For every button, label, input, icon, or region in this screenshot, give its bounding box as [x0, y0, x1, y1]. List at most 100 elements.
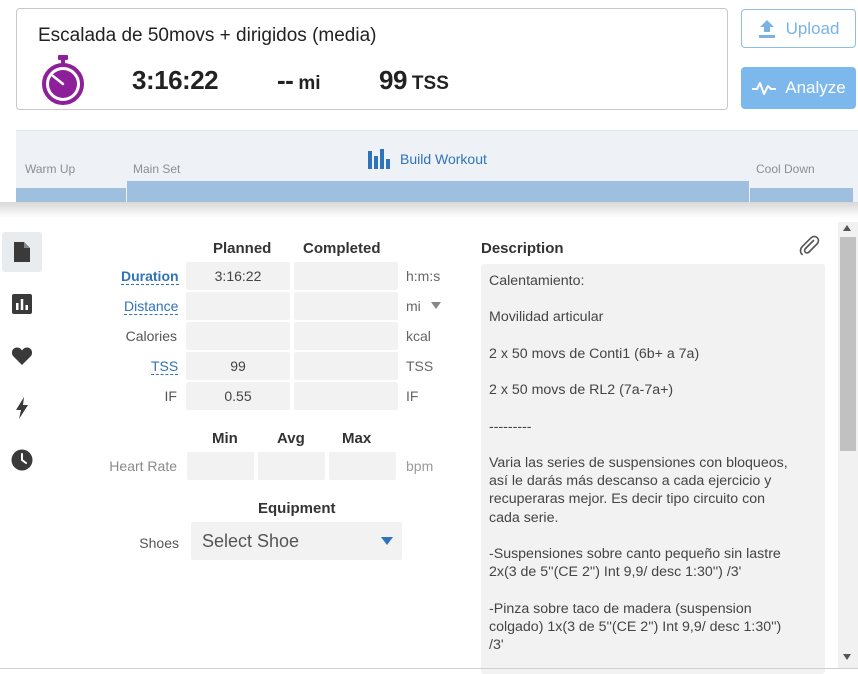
description-line: ---------	[489, 418, 532, 435]
heart-rate-unit: bpm	[406, 458, 434, 474]
shoe-chevron-down-icon	[381, 537, 393, 545]
bar-chart-icon	[368, 149, 390, 169]
description-line	[489, 436, 817, 454]
tss-label[interactable]: TSS	[151, 358, 179, 375]
description-line: 2 x 50 movs de RL2 (7a-7a+)	[489, 382, 674, 399]
build-workout-label: Build Workout	[400, 151, 487, 167]
stopwatch-icon	[42, 55, 84, 105]
equipment-header: Equipment	[258, 500, 336, 517]
document-icon	[14, 242, 30, 262]
heart-rate-avg-input[interactable]	[258, 452, 325, 480]
planned-header: Planned	[213, 240, 272, 257]
scroll-down-arrow-icon[interactable]	[843, 654, 851, 660]
build-workout-link[interactable]: Build Workout	[368, 149, 487, 169]
distance-unit-chevron-down-icon[interactable]	[431, 302, 441, 309]
description-line	[489, 399, 817, 417]
heart-rate-max-input[interactable]	[329, 452, 396, 480]
workout-title[interactable]: Escalada de 50movs + dirigidos (media)	[38, 25, 376, 47]
distance-completed-input[interactable]	[294, 292, 398, 320]
cool-down-block[interactable]	[750, 188, 853, 202]
workout-summary-card: Escalada de 50movs + dirigidos (media) 3…	[16, 8, 728, 110]
main-set-label: Main Set	[133, 162, 181, 176]
power-tab[interactable]	[2, 388, 42, 428]
duration-unit: h:m:s	[406, 268, 441, 284]
warm-up-label: Warm Up	[25, 162, 76, 176]
cool-down-label: Cool Down	[756, 162, 815, 176]
distance-unit: mi	[298, 73, 321, 94]
description-textarea[interactable]: Calentamiento: Movilidad articular 2 x 5…	[481, 264, 825, 674]
heart-rate-tab[interactable]	[2, 336, 42, 376]
chart-icon	[12, 294, 32, 314]
duration-completed-input[interactable]	[294, 262, 398, 290]
warm-up-block[interactable]	[16, 188, 126, 202]
divider-shadow	[0, 202, 858, 218]
description-line: Movilidad articular	[489, 309, 604, 326]
description-text: Calentamiento: Movilidad articular 2 x 5…	[489, 272, 817, 654]
scrollbar-thumb[interactable]	[840, 237, 856, 451]
shoes-label: Shoes	[139, 535, 179, 551]
duration-label[interactable]: Duration	[121, 268, 179, 285]
description-line: -Pinza sobre taco de madera (suspension	[489, 600, 752, 617]
description-line: Calentamiento:	[489, 273, 585, 289]
description-line: recuperaras mejor. Es decir tipo circuit…	[489, 491, 765, 508]
pulse-icon	[752, 82, 777, 95]
tss-unit: TSS	[411, 73, 449, 94]
distance-value: --	[277, 65, 294, 95]
description-line: 2x(3 de 5''(CE 2'') Int 9,9/ desc 1:30''…	[489, 564, 742, 581]
calories-planned-input[interactable]	[186, 322, 290, 350]
heart-rate-label: Heart Rate	[109, 458, 177, 474]
tss-completed-input[interactable]	[294, 352, 398, 380]
distance-metric: -- mi	[277, 65, 321, 96]
tss-value: 99	[379, 65, 407, 95]
upload-button[interactable]: Upload	[741, 9, 856, 48]
scroll-up-arrow-icon[interactable]	[843, 225, 851, 231]
description-line: -Suspensiones sobre canto pequeño sin la…	[489, 546, 781, 563]
if-unit-label: IF	[406, 388, 419, 404]
tss-unit-label: TSS	[406, 358, 434, 374]
shoe-select[interactable]: Select Shoe	[191, 522, 402, 560]
analyze-button[interactable]: Analyze	[741, 67, 856, 109]
description-line	[489, 527, 817, 545]
description-line: cada serie.	[489, 509, 559, 526]
clock-icon	[11, 449, 33, 471]
summary-tab[interactable]	[2, 232, 42, 272]
avg-header: Avg	[277, 430, 305, 447]
charts-tab[interactable]	[2, 284, 42, 324]
description-line	[489, 327, 817, 345]
min-header: Min	[212, 430, 238, 447]
analyze-label: Analyze	[785, 78, 846, 97]
main-set-block[interactable]	[127, 181, 749, 202]
workout-structure-strip[interactable]: Warm Up Main Set Cool Down Build Workout	[16, 130, 858, 202]
description-line: Varia las series de suspensiones con blo…	[489, 455, 788, 472]
description-line: colgado) 1x(3 de 5''(CE 2'') Int 9,9/ de…	[489, 618, 782, 635]
distance-planned-input[interactable]	[186, 292, 290, 320]
bolt-icon	[16, 397, 28, 419]
upload-label: Upload	[785, 18, 840, 38]
heart-icon	[11, 347, 33, 365]
if-completed-input[interactable]	[294, 382, 398, 410]
distance-unit-select[interactable]: mi	[406, 298, 421, 314]
if-planned-input[interactable]: 0.55	[186, 382, 290, 410]
completed-header: Completed	[303, 240, 381, 257]
calories-completed-input[interactable]	[294, 322, 398, 350]
time-tab[interactable]	[2, 440, 42, 480]
tss-planned-input[interactable]: 99	[186, 352, 290, 380]
upload-icon	[758, 19, 775, 38]
description-line	[489, 290, 817, 308]
calories-unit: kcal	[406, 328, 431, 344]
description-line: 2 x 50 movs de Conti1 (6b+ a 7a)	[489, 345, 700, 362]
if-label: IF	[164, 388, 177, 404]
description-line	[489, 363, 817, 381]
duration-planned-input[interactable]: 3:16:22	[186, 262, 290, 290]
tss-metric: 99 TSS	[379, 65, 449, 96]
description-title: Description	[481, 240, 564, 257]
shoe-select-value: Select Shoe	[202, 530, 300, 551]
paperclip-icon[interactable]	[798, 234, 820, 256]
description-line: así le darás más descanso a cada ejercic…	[489, 473, 772, 490]
bottom-divider	[0, 668, 858, 669]
distance-label[interactable]: Distance	[124, 298, 179, 315]
duration-value: 3:16:22	[132, 65, 219, 95]
heart-rate-min-input[interactable]	[187, 452, 254, 480]
description-line: /3'	[489, 637, 504, 654]
description-line	[489, 581, 817, 599]
